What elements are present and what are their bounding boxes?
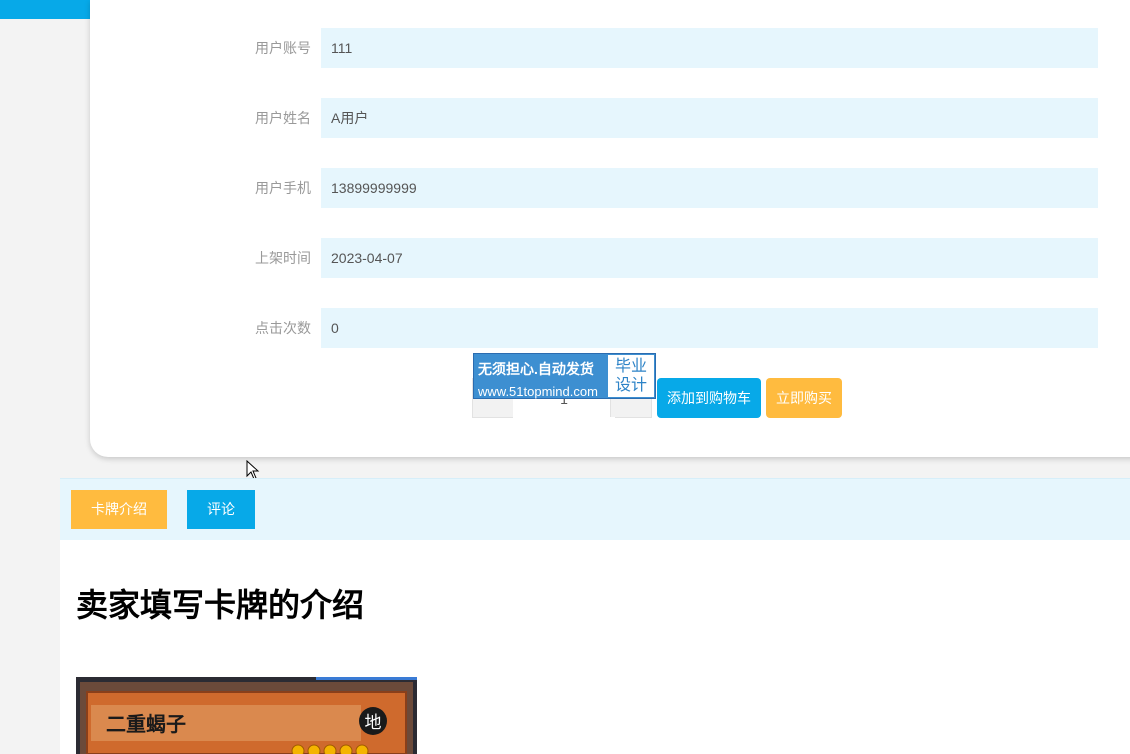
detail-tabs: 卡牌介绍 评论 <box>60 478 1130 541</box>
watermark-banner: 无须担心.自动发货 www.51topmind.com 毕业 设计 <box>473 353 656 399</box>
field-label: 点击次数 <box>255 320 311 336</box>
field-value: 2023-04-07 <box>321 238 1098 278</box>
field-value: 0 <box>321 308 1098 348</box>
card-image: 二重蝎子 地 <box>76 677 417 754</box>
field-label: 用户手机 <box>255 180 311 196</box>
watermark-side-line2: 设计 <box>614 377 647 394</box>
field-click-count: 点击次数 0 <box>90 308 1100 348</box>
mouse-cursor-icon <box>246 460 260 480</box>
intro-content: 卖家填写卡牌的介绍 二重蝎子 地 <box>60 540 1130 754</box>
field-listing-time: 上架时间 2023-04-07 <box>90 238 1100 278</box>
field-user-phone: 用户手机 13899999999 <box>90 168 1100 208</box>
field-value: A用户 <box>321 98 1098 138</box>
intro-title: 卖家填写卡牌的介绍 <box>76 587 365 623</box>
field-label: 用户账号 <box>255 40 311 56</box>
watermark-side-line1: 毕业 <box>614 358 647 375</box>
field-value: 111 <box>321 28 1098 68</box>
tab-card-intro[interactable]: 卡牌介绍 <box>71 490 167 529</box>
add-to-cart-button[interactable]: 添加到购物车 <box>657 378 761 418</box>
field-label: 用户姓名 <box>255 110 311 126</box>
buy-now-button[interactable]: 立即购买 <box>766 378 842 418</box>
watermark-line1: 无须担心.自动发货 <box>478 361 594 377</box>
watermark-text: 无须担心.自动发货 www.51topmind.com <box>478 359 608 399</box>
field-value: 13899999999 <box>321 168 1098 208</box>
tab-comments[interactable]: 评论 <box>187 490 255 529</box>
card-name-text: 二重蝎子 <box>106 712 186 736</box>
field-user-account: 用户账号 111 <box>90 28 1100 68</box>
field-label: 上架时间 <box>255 250 311 266</box>
card-attribute-text: 地 <box>365 713 382 733</box>
watermark-side-label: 毕业 设计 <box>608 355 654 397</box>
watermark-url: www.51topmind.com <box>478 384 598 399</box>
field-user-name: 用户姓名 A用户 <box>90 98 1100 138</box>
